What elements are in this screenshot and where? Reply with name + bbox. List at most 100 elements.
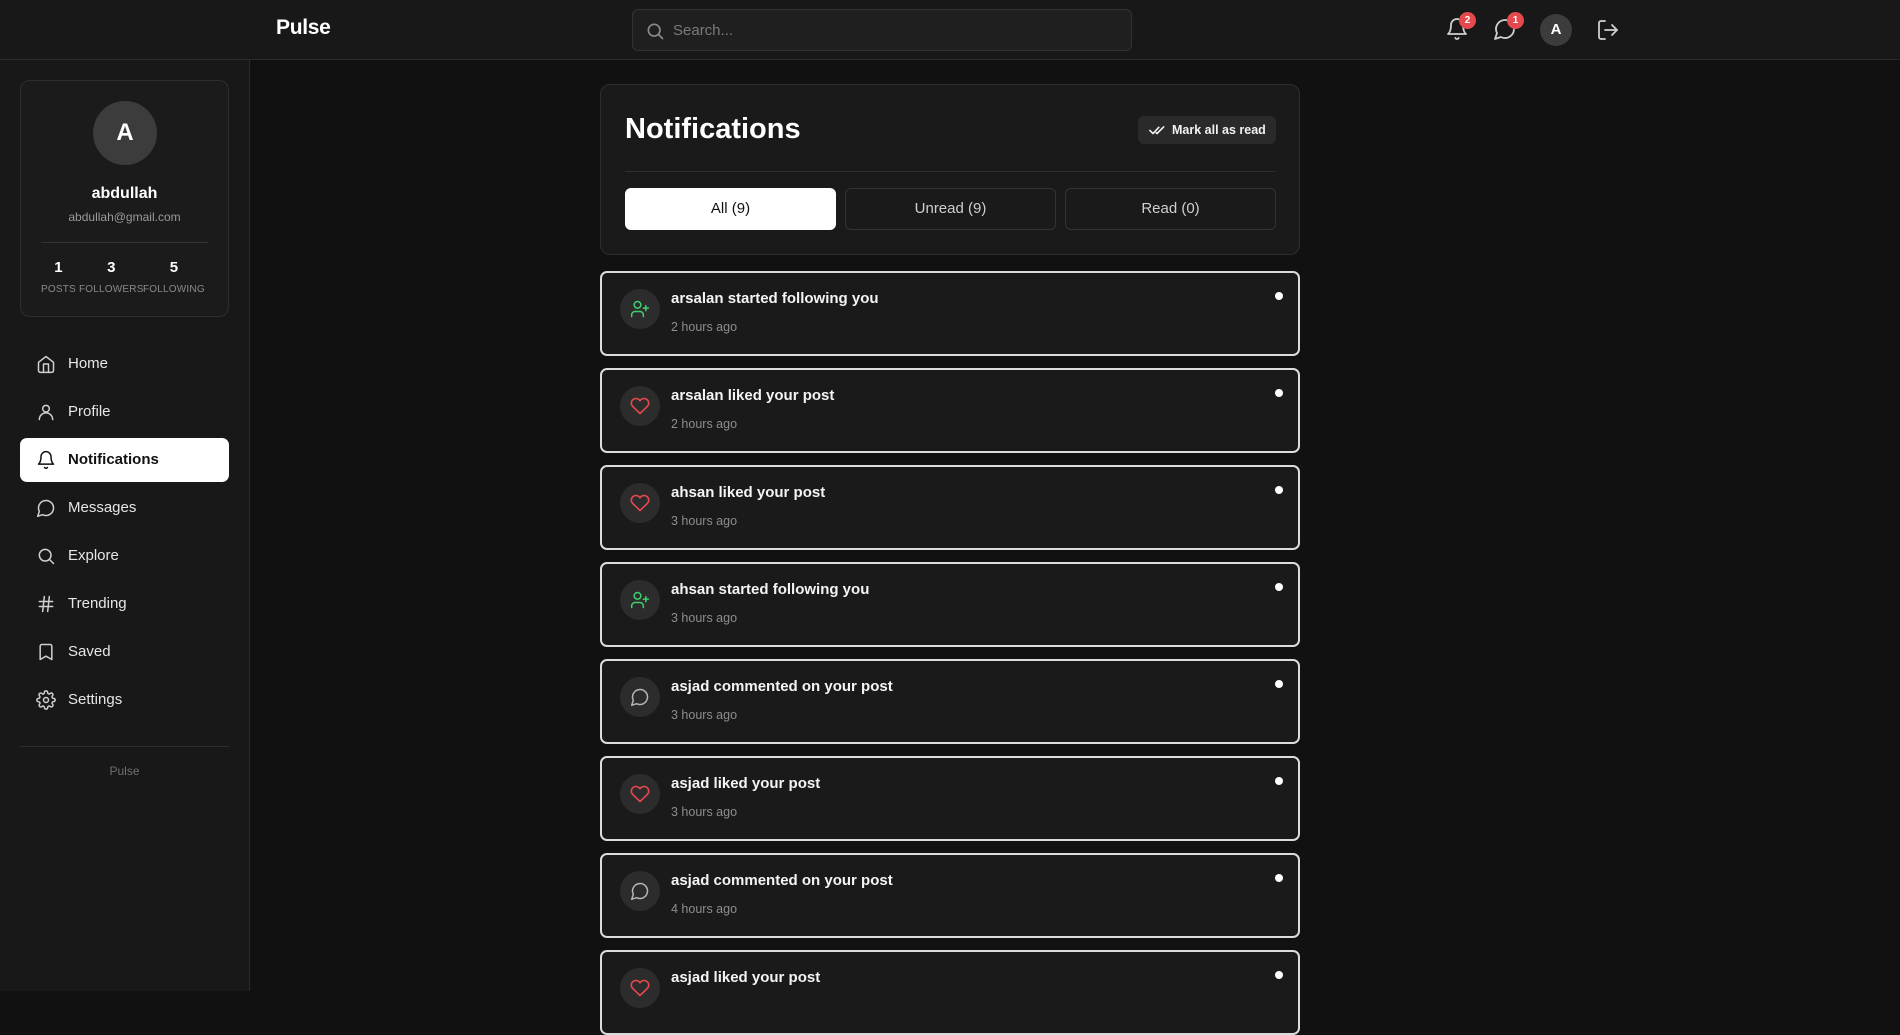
notification-type-badge <box>620 677 660 717</box>
notification-item[interactable]: arsalan started following you 2 hours ago <box>600 271 1300 356</box>
notification-type-badge <box>620 289 660 329</box>
sidebar-item-label: Notifications <box>68 451 159 468</box>
stat-value: 5 <box>169 259 179 276</box>
home-icon <box>37 355 55 374</box>
sidebar-item-messages[interactable]: Messages <box>20 486 229 530</box>
notifications-button[interactable]: 2 <box>1445 12 1476 41</box>
notification-item[interactable]: ahsan liked your post 3 hours ago <box>600 465 1300 550</box>
user-plus-icon <box>630 591 650 609</box>
notification-time: 3 hours ago <box>671 708 738 722</box>
notification-text: asjad liked your post <box>671 775 821 792</box>
bell-icon <box>37 450 55 470</box>
sidebar-item-trending[interactable]: Trending <box>20 582 229 626</box>
notifications-header: Notifications Mark all as read All (9) U… <box>600 84 1300 255</box>
brand-logo[interactable]: Pulse <box>276 16 331 40</box>
tab-unread[interactable]: Unread (9) <box>845 188 1056 230</box>
message-circle-icon <box>630 688 649 707</box>
stat-value: 1 <box>54 259 63 276</box>
sidebar-item-explore[interactable]: Explore <box>20 534 229 578</box>
unread-dot <box>1275 583 1283 591</box>
unread-dot <box>1275 389 1283 397</box>
tab-read[interactable]: Read (0) <box>1065 188 1276 230</box>
profile-divider <box>41 242 208 243</box>
user-icon <box>38 404 54 421</box>
messages-button[interactable]: 1 <box>1493 12 1524 41</box>
stat-label: FOLLOWING <box>143 284 205 295</box>
stat-label: POSTS <box>41 284 76 295</box>
heart-icon <box>630 494 650 512</box>
sidebar-item-label: Saved <box>68 643 111 660</box>
sidebar-item-label: Settings <box>68 691 123 708</box>
notification-text: ahsan liked your post <box>671 484 826 501</box>
search-input[interactable] <box>673 10 1123 50</box>
notification-item[interactable]: asjad commented on your post 3 hours ago <box>600 659 1300 744</box>
sidebar-item-notifications[interactable]: Notifications <box>20 438 229 482</box>
stat-value: 3 <box>107 259 116 276</box>
sidebar-divider <box>20 746 229 747</box>
notification-type-badge <box>620 871 660 911</box>
notification-time: 4 hours ago <box>671 902 738 916</box>
message-circle-icon <box>36 499 55 518</box>
stat-posts: 1 POSTS <box>41 259 76 295</box>
header-divider <box>625 171 1276 172</box>
stat-followers: 3 FOLLOWERS <box>79 259 144 295</box>
unread-dot <box>1275 486 1283 494</box>
sidebar-item-label: Messages <box>68 499 137 516</box>
hash-icon <box>38 595 54 613</box>
notification-text: ahsan started following you <box>671 581 870 598</box>
message-circle-icon <box>630 882 649 901</box>
notification-text: asjad commented on your post <box>671 872 893 889</box>
notification-item[interactable]: ahsan started following you 3 hours ago <box>600 562 1300 647</box>
notification-time: 2 hours ago <box>671 417 738 431</box>
notification-type-badge <box>620 774 660 814</box>
notification-item[interactable]: arsalan liked your post 2 hours ago <box>600 368 1300 453</box>
unread-dot <box>1275 777 1283 785</box>
sidebar-item-saved[interactable]: Saved <box>20 630 229 674</box>
profile-card[interactable]: A abdullah abdullah@gmail.com 1 POSTS 3 … <box>20 80 229 317</box>
double-check-icon <box>1149 126 1165 135</box>
mark-all-read-button[interactable]: Mark all as read <box>1138 116 1276 144</box>
sidebar-footer: Pulse <box>109 764 140 778</box>
sidebar: A abdullah abdullah@gmail.com 1 POSTS 3 … <box>0 60 250 991</box>
notification-item[interactable]: asjad commented on your post 4 hours ago <box>600 853 1300 938</box>
notification-item[interactable]: asjad liked your post <box>600 950 1300 1035</box>
heart-icon <box>630 397 650 415</box>
unread-dot <box>1275 971 1283 979</box>
sidebar-item-settings[interactable]: Settings <box>20 678 229 722</box>
notification-item[interactable]: asjad liked your post 3 hours ago <box>600 756 1300 841</box>
notification-type-badge <box>620 483 660 523</box>
notification-type-badge <box>620 580 660 620</box>
top-bar: Pulse 2 1 A <box>0 0 1900 60</box>
notification-text: asjad commented on your post <box>671 678 893 695</box>
messages-badge: 1 <box>1507 12 1524 29</box>
tab-all[interactable]: All (9) <box>625 188 836 230</box>
unread-dot <box>1275 292 1283 300</box>
notification-text: arsalan liked your post <box>671 387 835 404</box>
user-avatar[interactable]: A <box>1540 14 1572 46</box>
mark-all-read-label: Mark all as read <box>1172 123 1266 137</box>
heart-icon <box>630 785 650 803</box>
profile-name: abdullah <box>91 185 158 202</box>
sidebar-item-profile[interactable]: Profile <box>20 390 229 434</box>
heart-icon <box>630 979 650 997</box>
profile-email: abdullah@gmail.com <box>68 210 181 224</box>
search-box[interactable] <box>632 9 1132 51</box>
unread-dot <box>1275 680 1283 688</box>
notification-time: 3 hours ago <box>671 514 738 528</box>
notification-time: 3 hours ago <box>671 805 738 819</box>
gear-icon <box>36 690 56 710</box>
notification-time: 3 hours ago <box>671 611 738 625</box>
notification-type-badge <box>620 968 660 1008</box>
notification-text: asjad liked your post <box>671 969 821 986</box>
search-icon <box>38 548 55 565</box>
notification-time: 2 hours ago <box>671 320 738 334</box>
sidebar-item-label: Profile <box>68 403 111 420</box>
profile-avatar: A <box>93 101 157 165</box>
user-plus-icon <box>630 300 650 318</box>
search-icon <box>647 23 664 40</box>
notification-type-badge <box>620 386 660 426</box>
sidebar-item-home[interactable]: Home <box>20 342 229 386</box>
logout-button[interactable] <box>1596 18 1620 42</box>
bookmark-icon <box>39 643 53 661</box>
stat-following: 5 FOLLOWING <box>143 259 205 295</box>
